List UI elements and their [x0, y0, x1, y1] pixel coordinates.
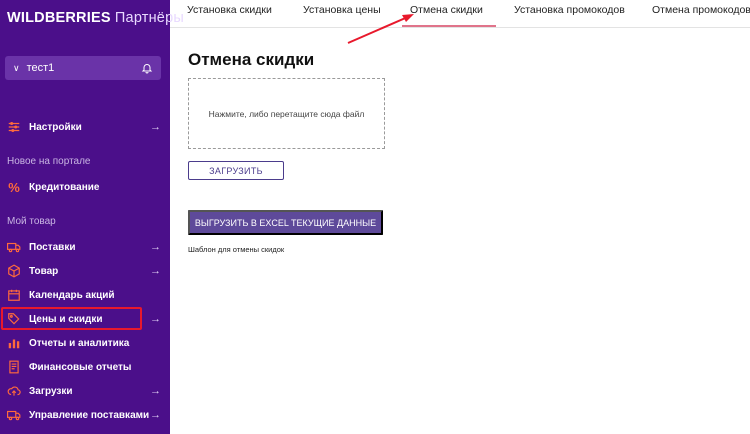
sidebar-item-label: Финансовые отчеты	[29, 361, 132, 373]
calendar-icon	[7, 288, 21, 302]
tab-bar: Установка скидки Установка цены Отмена с…	[170, 0, 750, 28]
truck-manage-icon	[7, 408, 21, 422]
annotation-arrow-icon	[347, 14, 414, 44]
percent-icon: %	[8, 179, 20, 195]
user-selector[interactable]: ∨ тест1	[5, 56, 161, 80]
tab-cancel-discount[interactable]: Отмена скидки	[410, 4, 483, 16]
file-dropzone[interactable]: Нажмите, либо перетащите сюда файл	[188, 78, 385, 149]
arrow-right-icon: →	[150, 409, 161, 421]
sidebar-item-credit[interactable]: % Кредитование	[0, 177, 170, 197]
cloud-upload-icon	[7, 384, 21, 398]
document-icon	[7, 360, 21, 374]
arrow-right-icon: →	[150, 265, 161, 277]
user-name: тест1	[26, 62, 55, 74]
truck-icon	[7, 240, 21, 254]
sidebar-item-supplies[interactable]: Поставки →	[0, 237, 170, 257]
arrow-right-icon: →	[150, 241, 161, 253]
section-heading-news: Новое на портале	[7, 156, 91, 167]
sidebar-item-supply-management[interactable]: Управление поставками →	[0, 405, 170, 425]
tab-set-discount[interactable]: Установка скидки	[187, 4, 272, 16]
bar-chart-icon	[7, 336, 21, 350]
brand-logo[interactable]: WILDBERRIES Партнёры	[7, 10, 184, 26]
settings-sliders-icon	[7, 120, 21, 134]
bell-icon[interactable]	[141, 62, 153, 74]
dropzone-text: Нажмите, либо перетащите сюда файл	[208, 108, 365, 119]
arrow-right-icon: →	[150, 385, 161, 397]
upload-button[interactable]: ЗАГРУЗИТЬ	[188, 161, 284, 180]
tab-cancel-promocodes[interactable]: Отмена промокодов	[652, 4, 750, 16]
sidebar-item-label: Поставки	[29, 241, 76, 253]
tab-set-promocodes[interactable]: Установка промокодов	[514, 4, 625, 16]
sidebar: WILDBERRIES Партнёры ∨ тест1 Настройки →…	[0, 0, 184, 434]
page-title: Отмена скидки	[188, 50, 315, 69]
highlight-box	[1, 307, 142, 330]
sidebar-item-label: Загрузки	[29, 385, 73, 397]
sidebar-item-financial-reports[interactable]: Финансовые отчеты	[0, 357, 170, 377]
sidebar-item-goods[interactable]: Товар →	[0, 261, 170, 281]
sidebar-item-label: Настройки	[29, 121, 82, 133]
sidebar-item-label: Отчеты и аналитика	[29, 337, 130, 349]
sidebar-item-label: Календарь акций	[29, 289, 115, 301]
sidebar-item-label: Управление поставками	[29, 409, 150, 421]
template-link[interactable]: Шаблон для отмены скидок	[188, 245, 284, 254]
arrow-right-icon: →	[150, 313, 161, 325]
chevron-down-icon: ∨	[13, 62, 20, 73]
sidebar-item-label: Кредитование	[29, 181, 100, 193]
box-icon	[7, 264, 21, 278]
sidebar-item-label: Товар	[29, 265, 59, 277]
section-heading-my-goods: Мой товар	[7, 216, 56, 227]
export-excel-button[interactable]: ВЫГРУЗИТЬ В EXCEL ТЕКУЩИЕ ДАННЫЕ	[188, 210, 383, 235]
sidebar-item-settings[interactable]: Настройки →	[0, 117, 170, 137]
sidebar-item-reports-analytics[interactable]: Отчеты и аналитика	[0, 333, 170, 353]
sidebar-item-downloads[interactable]: Загрузки →	[0, 381, 170, 401]
arrow-right-icon: →	[150, 121, 161, 133]
sidebar-item-promo-calendar[interactable]: Календарь акций	[0, 285, 170, 305]
